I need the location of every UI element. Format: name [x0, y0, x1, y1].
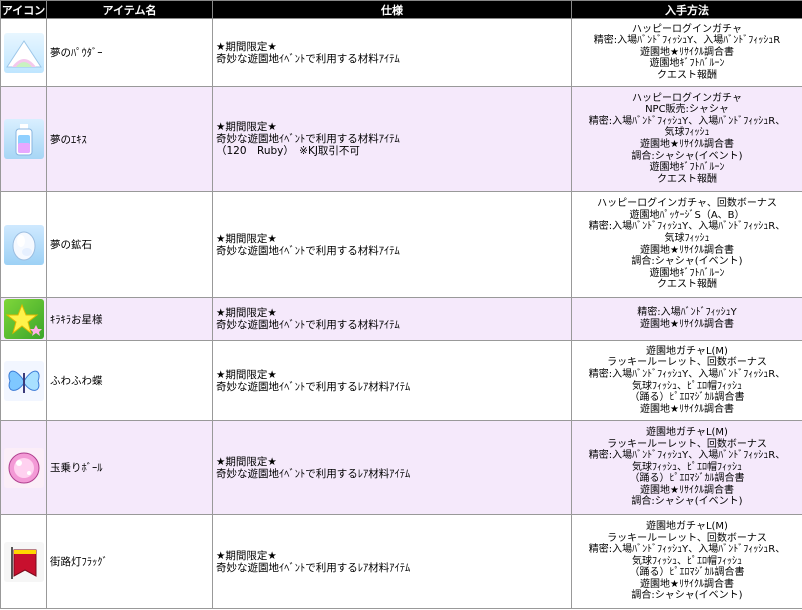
- header-spec: 仕様: [212, 0, 572, 19]
- item-spec: ★期間限定★ 奇妙な遊園地ｲﾍﾞﾝﾄで利用するﾚｱ材料ｱｲﾃﾑ: [212, 514, 572, 609]
- item-name: 夢のｴｷｽ: [46, 86, 213, 192]
- item-spec: ★期間限定★ 奇妙な遊園地ｲﾍﾞﾝﾄで利用する材料ｱｲﾃﾑ: [212, 191, 572, 298]
- item-spec: ★期間限定★ 奇妙な遊園地ｲﾍﾞﾝﾄで利用する材料ｱｲﾃﾑ: [212, 297, 572, 341]
- item-obtain: ハッピーログインガチャ 精密:入場ﾊﾞﾝﾄﾞﾌｨｯｼｭY、入場ﾊﾞﾝﾄﾞﾌｨｯｼ…: [571, 18, 802, 87]
- header-item-name: アイテム名: [46, 0, 213, 19]
- item-obtain: ハッピーログインガチャ、回数ボーナス 遊園地ﾊﾟｯｹｰｼﾞS（A、B） 精密:入…: [571, 191, 802, 298]
- item-spec: ★期間限定★ 奇妙な遊園地ｲﾍﾞﾝﾄで利用するﾚｱ材料ｱｲﾃﾑ: [212, 340, 572, 421]
- table-header-row: アイコン アイテム名 仕様 入手方法: [0, 0, 802, 19]
- item-spec: ★期間限定★ 奇妙な遊園地ｲﾍﾞﾝﾄで利用する材料ｱｲﾃﾑ （120 Ruby）…: [212, 86, 572, 192]
- item-spec: ★期間限定★ 奇妙な遊園地ｲﾍﾞﾝﾄで利用するﾚｱ材料ｱｲﾃﾑ: [212, 420, 572, 515]
- table-row: 夢のﾊﾟｳﾀﾞｰ ★期間限定★ 奇妙な遊園地ｲﾍﾞﾝﾄで利用する材料ｱｲﾃﾑ ハ…: [0, 18, 802, 87]
- dream-ore-icon: [3, 224, 44, 265]
- item-obtain: 遊園地ガチャL(M) ラッキールーレット、回数ボーナス 精密:入場ﾊﾞﾝﾄﾞﾌｨ…: [571, 514, 802, 609]
- item-name: 夢の鉱石: [46, 191, 213, 298]
- fluffy-butterfly-icon: [3, 360, 44, 401]
- circus-ball-icon: [3, 447, 44, 488]
- item-obtain: 遊園地ガチャL(M) ラッキールーレット、回数ボーナス 精密:入場ﾊﾞﾝﾄﾞﾌｨ…: [571, 340, 802, 421]
- table-row: ｷﾗｷﾗお星様 ★期間限定★ 奇妙な遊園地ｲﾍﾞﾝﾄで利用する材料ｱｲﾃﾑ 精密…: [0, 297, 802, 341]
- dream-powder-icon: [3, 32, 44, 73]
- item-obtain: ハッピーログインガチャ NPC販売:シャシャ 精密:入場ﾊﾞﾝﾄﾞﾌｨｯｼｭY、…: [571, 86, 802, 192]
- table-row: ふわふわ蝶 ★期間限定★ 奇妙な遊園地ｲﾍﾞﾝﾄで利用するﾚｱ材料ｱｲﾃﾑ 遊園…: [0, 340, 802, 421]
- item-name: 玉乗りﾎﾞｰﾙ: [46, 420, 213, 515]
- streetlight-flag-icon: [3, 541, 44, 582]
- header-icon: アイコン: [0, 0, 47, 19]
- item-spec: ★期間限定★ 奇妙な遊園地ｲﾍﾞﾝﾄで利用する材料ｱｲﾃﾑ: [212, 18, 572, 87]
- table-row: 街路灯ﾌﾗｯｸﾞ ★期間限定★ 奇妙な遊園地ｲﾍﾞﾝﾄで利用するﾚｱ材料ｱｲﾃﾑ…: [0, 514, 802, 609]
- item-name: 街路灯ﾌﾗｯｸﾞ: [46, 514, 213, 609]
- item-table: アイコン アイテム名 仕様 入手方法 夢のﾊﾟｳﾀﾞｰ ★期間限定★ 奇妙な遊園…: [0, 0, 802, 609]
- item-obtain: 遊園地ガチャL(M) ラッキールーレット、回数ボーナス 精密:入場ﾊﾞﾝﾄﾞﾌｨ…: [571, 420, 802, 515]
- sparkle-star-icon: [3, 299, 44, 339]
- dream-extract-icon: [3, 119, 44, 159]
- item-obtain: 精密:入場ﾊﾞﾝﾄﾞﾌｨｯｼｭY 遊園地★ﾘｻｲｸﾙ調合書: [571, 297, 802, 341]
- table-row: 夢のｴｷｽ ★期間限定★ 奇妙な遊園地ｲﾍﾞﾝﾄで利用する材料ｱｲﾃﾑ （120…: [0, 86, 802, 192]
- item-name: ｷﾗｷﾗお星様: [46, 297, 213, 341]
- header-obtain-method: 入手方法: [571, 0, 802, 19]
- table-row: 玉乗りﾎﾞｰﾙ ★期間限定★ 奇妙な遊園地ｲﾍﾞﾝﾄで利用するﾚｱ材料ｱｲﾃﾑ …: [0, 420, 802, 515]
- item-name: ふわふわ蝶: [46, 340, 213, 421]
- table-row: 夢の鉱石 ★期間限定★ 奇妙な遊園地ｲﾍﾞﾝﾄで利用する材料ｱｲﾃﾑ ハッピーロ…: [0, 191, 802, 298]
- item-name: 夢のﾊﾟｳﾀﾞｰ: [46, 18, 213, 87]
